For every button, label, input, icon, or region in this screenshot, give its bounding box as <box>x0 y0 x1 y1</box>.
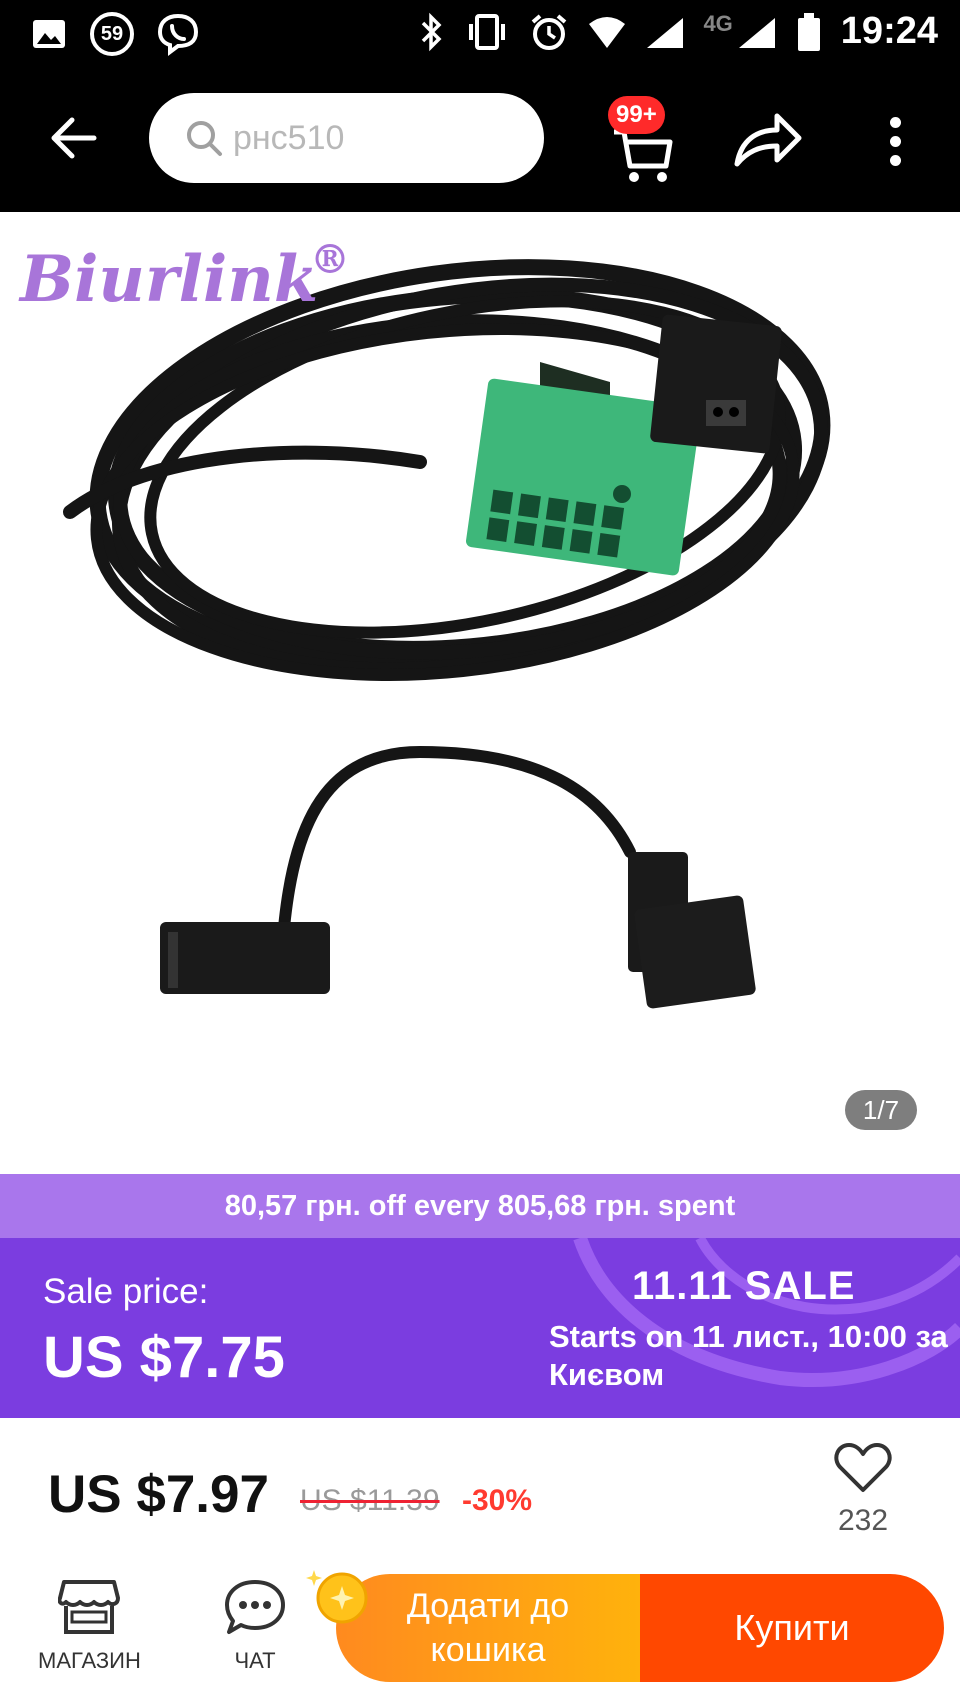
more-options-button[interactable] <box>875 106 915 176</box>
registered-mark: ® <box>310 236 350 283</box>
status-bar: 59 4G 19:24 <box>0 0 960 66</box>
store-icon <box>58 1580 121 1634</box>
store-button[interactable]: МАГАЗИН <box>38 1578 141 1674</box>
product-image-gallery[interactable]: Biurlink ® 1/7 <box>0 212 960 1174</box>
arrow-left-icon <box>51 117 97 159</box>
more-dot-icon <box>889 135 901 147</box>
product-image <box>63 259 831 1009</box>
status-time: 19:24 <box>840 10 938 52</box>
status-left-icons: 59 <box>30 12 200 56</box>
gallery-notification-icon <box>33 20 65 48</box>
more-dot-icon <box>889 116 901 128</box>
notification-count-icon: 59 <box>90 12 134 56</box>
image-counter: 1/7 <box>845 1090 917 1130</box>
original-price: US $11.39 <box>300 1484 440 1517</box>
app-bar: 99+ <box>0 66 960 212</box>
chat-button[interactable]: ЧАТ <box>224 1578 286 1674</box>
cart-count-badge: 99+ <box>608 96 665 134</box>
back-button[interactable] <box>44 108 104 168</box>
sale-banner: Sale price: US $7.75 11.11 SALE Starts o… <box>0 1238 960 1418</box>
wifi-icon <box>589 16 626 48</box>
search-bar[interactable] <box>149 93 544 183</box>
wishlist-button[interactable]: 232 <box>830 1442 896 1542</box>
coin-icon <box>306 1570 368 1624</box>
cart-button[interactable]: 99+ <box>608 96 688 186</box>
add-to-cart-label: Додати до кошика <box>406 1587 570 1669</box>
wishlist-count: 232 <box>837 1504 889 1537</box>
brand-logo: Biurlink ® <box>20 236 350 317</box>
vibrate-icon <box>469 13 506 50</box>
bluetooth-icon <box>422 12 442 51</box>
bottom-action-bar: МАГАЗИН ЧАТ Додати до кошика Купити <box>0 1568 960 1707</box>
chat-label: ЧАТ <box>234 1648 276 1673</box>
sale-event-name: 11.11 SALE <box>632 1264 856 1308</box>
heart-icon <box>834 1443 892 1492</box>
viber-icon <box>157 13 199 56</box>
sale-price-label: Sale price: <box>43 1272 209 1311</box>
search-icon <box>187 121 222 156</box>
coupon-promo-strip[interactable]: 80,57 грн. off every 805,68 грн. spent <box>0 1174 960 1238</box>
price-row: US $7.97 US $11.39 -30% 232 <box>0 1418 960 1568</box>
alarm-icon <box>532 13 567 50</box>
store-label: МАГАЗИН <box>38 1648 141 1673</box>
sale-price-value: US $7.75 <box>43 1325 285 1390</box>
share-icon <box>734 113 802 167</box>
buy-now-button[interactable]: Купити <box>640 1574 944 1682</box>
signal-icon <box>738 17 775 48</box>
share-button[interactable] <box>733 110 803 170</box>
more-dot-icon <box>889 154 901 166</box>
network-type-label: 4G <box>703 10 733 36</box>
chat-icon <box>225 1580 285 1634</box>
product-page: 59 4G 19:24 рнс510 99+ Biurlink ® 1/7 80… <box>0 0 960 1707</box>
sale-start-text: Starts on 11 лист., 10:00 за Києвом <box>549 1319 948 1392</box>
battery-icon <box>797 12 820 51</box>
current-price: US $7.97 <box>48 1465 269 1524</box>
signal-4g-icon <box>647 17 684 48</box>
coupon-promo-text: 80,57 грн. off every 805,68 грн. spent <box>224 1189 736 1222</box>
search-input[interactable] <box>233 118 483 158</box>
status-right-icons: 4G 19:24 <box>419 10 938 53</box>
discount-badge: -30% <box>462 1484 533 1517</box>
add-to-cart-button[interactable]: Додати до кошика <box>336 1574 640 1682</box>
buy-now-label: Купити <box>734 1607 850 1648</box>
brand-name: Biurlink <box>20 242 319 317</box>
